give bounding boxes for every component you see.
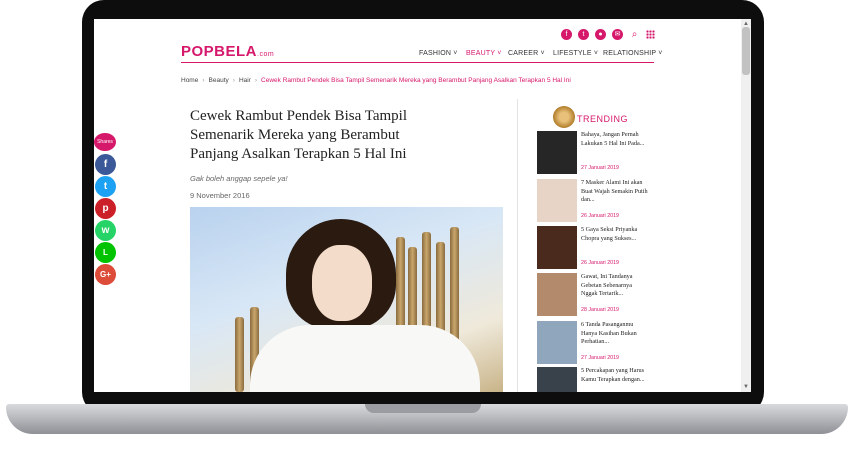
trending-title[interactable]: 5 Gaya Seksi Priyanka Chopra yang Sukses… [581,226,649,243]
trending-date: 28 Januari 2019 [581,307,619,313]
trending-item[interactable]: 7 Masker Alami Ini akan Buat Wajah Semak… [537,179,649,225]
nav-relationship[interactable]: RELATIONSHIP ˅ [603,50,663,57]
email-icon[interactable]: ✉ [612,29,623,40]
twitter-share-button[interactable]: t [95,176,116,197]
article-title: Cewek Rambut Pendek Bisa Tampil Semenari… [190,108,407,162]
trending-item[interactable]: 5 Percakapan yang Harus Kamu Terapkan de… [537,367,649,392]
portrait-face [312,245,372,321]
search-icon[interactable]: ⌕ [629,29,640,40]
nav-beauty[interactable]: BEAUTY ˅ [466,50,502,57]
trending-title[interactable]: 5 Percakapan yang Harus Kamu Terapkan de… [581,367,649,384]
scroll-down-arrow[interactable]: ▼ [741,383,751,391]
trending-thumbnail[interactable] [537,321,577,364]
trending-title[interactable]: 6 Tanda Pasanganmu Hanya Kasihan Bukan P… [581,321,649,347]
nav-lifestyle[interactable]: LIFESTYLE ˅ [553,50,598,57]
breadcrumb-beauty[interactable]: Beauty [209,77,229,84]
line-share-button[interactable]: L [95,242,116,263]
trending-label: TRENDING [577,114,628,124]
article-date: 9 November 2016 [190,191,250,200]
trending-date: 27 Januari 2019 [581,355,619,361]
trending-date: 26 Januari 2019 [581,260,619,266]
breadcrumb-hair[interactable]: Hair [239,77,251,84]
browser-screen: POPBELA.com f t ● ✉ ⌕ FASHION ˅ BEAUTY ˅… [94,19,751,392]
trending-title[interactable]: 7 Masker Alami Ini akan Buat Wajah Semak… [581,179,649,205]
instagram-icon[interactable]: ● [595,29,606,40]
whatsapp-share-button[interactable]: w [95,220,116,241]
nav-fashion[interactable]: FASHION ˅ [419,50,458,57]
nav-underline [181,62,654,63]
grid-menu-icon[interactable] [646,30,655,39]
facebook-icon[interactable]: f [561,29,572,40]
trending-item[interactable]: 5 Gaya Seksi Priyanka Chopra yang Sukses… [537,226,649,272]
trending-item[interactable]: Bahaya, Jangan Pernah Lakukan 5 Hal Ini … [537,131,649,177]
google-plus-share-button[interactable]: G+ [95,264,116,285]
laptop-notch [365,404,481,413]
trending-thumbnail[interactable] [537,226,577,269]
trending-thumbnail[interactable] [537,131,577,174]
twitter-icon[interactable]: t [578,29,589,40]
breadcrumb: Home › Beauty › Hair › Cewek Rambut Pendek Bis… [181,77,571,84]
site-logo[interactable]: POPBELA.com [181,43,274,60]
trending-date: 26 Januari 2019 [581,213,619,219]
trending-title[interactable]: Gawat, Ini Tandanya Gebetan Sebenarnya N… [581,273,649,299]
fence-post [235,317,244,392]
portrait-shirt [250,325,480,392]
trending-thumbnail[interactable] [537,179,577,222]
scroll-up-arrow[interactable]: ▲ [741,20,751,28]
shares-label: Shares [94,133,116,151]
trending-thumbnail[interactable] [537,273,577,316]
scrollbar-thumb[interactable] [742,27,750,75]
breadcrumb-current: Cewek Rambut Pendek Bisa Tampil Semenari… [261,77,571,84]
trending-item[interactable]: 6 Tanda Pasanganmu Hanya Kasihan Bukan P… [537,321,649,367]
trending-thumbnail[interactable] [537,367,577,392]
sidebar-divider [517,99,518,392]
trending-title[interactable]: Bahaya, Jangan Pernah Lakukan 5 Hal Ini … [581,131,649,148]
nav-career[interactable]: CAREER ˅ [508,50,545,57]
trending-badge-icon [553,106,575,128]
pinterest-share-button[interactable]: p [95,198,116,219]
breadcrumb-home[interactable]: Home [181,77,198,84]
article-subtitle: Gak boleh anggap sepele ya! [190,174,288,183]
facebook-share-button[interactable]: f [95,154,116,175]
trending-item[interactable]: Gawat, Ini Tandanya Gebetan Sebenarnya N… [537,273,649,319]
trending-date: 27 Januari 2019 [581,165,619,171]
article-hero-image [190,207,503,392]
